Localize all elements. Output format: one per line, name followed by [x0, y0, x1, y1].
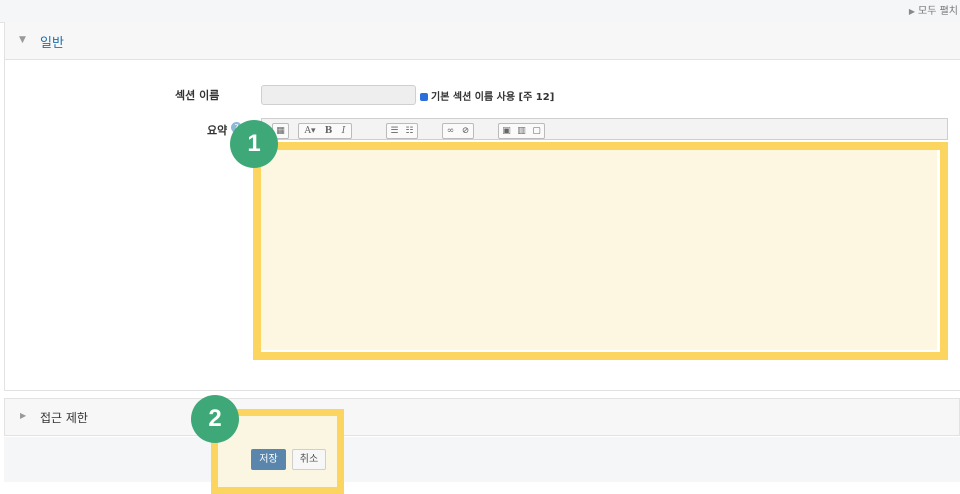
numbered-list-button[interactable]: ☷ — [402, 124, 417, 138]
caret-down-icon: ▼ — [19, 35, 26, 45]
section-general-title[interactable]: 일반 — [40, 32, 64, 51]
save-button[interactable]: 저장 — [251, 449, 286, 470]
section-name-label: 섹션 이름 — [175, 89, 220, 102]
toolbar-group-2: A▾ B I — [298, 123, 352, 139]
bold-button[interactable]: B — [321, 124, 336, 138]
section-name-input[interactable] — [261, 85, 416, 105]
step-badge-1: 1 — [230, 120, 278, 168]
section-access-restrictions[interactable]: ▶ 접근 제한 — [4, 398, 960, 436]
step-badge-2: 2 — [191, 395, 239, 443]
summary-label: 요약 — [207, 124, 228, 137]
checkbox-checked-icon[interactable] — [420, 93, 428, 101]
form-footer — [4, 437, 960, 482]
toolbar-group-3: ☰ ☷ — [386, 123, 418, 139]
expand-all-link[interactable]: ▶ 모두 펼치 — [909, 2, 958, 17]
highlight-box-editor — [253, 142, 948, 360]
italic-button[interactable]: I — [336, 124, 351, 138]
use-default-name-label: 기본 섹션 이름 사용 [주 12] — [431, 92, 555, 103]
paragraph-style-button[interactable]: A▾ — [299, 124, 321, 138]
link-button[interactable]: ∞ — [443, 124, 458, 138]
use-default-name-checkbox[interactable]: 기본 섹션 이름 사용 [주 12] — [420, 88, 554, 103]
section-general-header[interactable]: ▼ 일반 — [5, 22, 960, 60]
toolbar-group-5: ▣ ▥ ▢ — [498, 123, 545, 139]
unlink-button[interactable]: ⊘ — [458, 124, 473, 138]
cancel-button[interactable]: 취소 — [292, 449, 326, 470]
top-bar: ▶ 모두 펼치 — [0, 0, 960, 23]
caret-right-icon: ▶ — [908, 7, 916, 16]
toolbar-group-4: ∞ ⊘ — [442, 123, 474, 139]
media-button[interactable]: ▥ — [514, 124, 529, 138]
file-manager-button[interactable]: ▢ — [529, 124, 544, 138]
bullet-list-button[interactable]: ☰ — [387, 124, 402, 138]
expand-all-label: 모두 펼치 — [918, 6, 958, 17]
editor-toolbar: ▦ A▾ B I ☰ ☷ ∞ ⊘ ▣ ▥ ▢ — [261, 118, 948, 140]
caret-right-icon: ▶ — [20, 411, 27, 420]
section-access-title[interactable]: 접근 제한 — [40, 409, 88, 426]
image-button[interactable]: ▣ — [499, 124, 514, 138]
